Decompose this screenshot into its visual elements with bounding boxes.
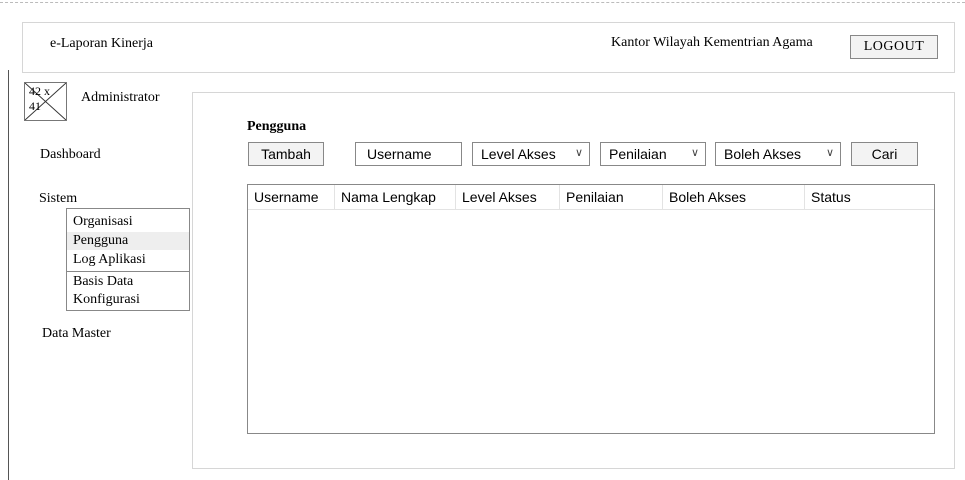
avatar-placeholder-text: 42 x 41 — [29, 84, 50, 113]
header-bar: e-Laporan Kinerja Kantor Wilayah Kementr… — [22, 22, 955, 73]
user-role: Administrator — [81, 90, 160, 105]
boleh-akses-select[interactable]: Boleh Akses ∨ — [715, 142, 841, 166]
column-header-status[interactable]: Status — [805, 185, 934, 209]
column-header-level-akses[interactable]: Level Akses — [456, 185, 560, 209]
chevron-down-icon: ∨ — [825, 147, 834, 159]
submenu-item-organisasi[interactable]: Organisasi — [73, 213, 133, 230]
top-edge — [0, 2, 965, 3]
users-table: Username Nama Lengkap Level Akses Penila… — [247, 184, 935, 434]
level-akses-select[interactable]: Level Akses ∨ — [472, 142, 590, 166]
sidebar-item-sistem[interactable]: Sistem — [39, 191, 77, 207]
search-button[interactable]: Cari — [851, 142, 918, 166]
username-field-value: Username — [367, 146, 432, 162]
submenu-item-log-aplikasi[interactable]: Log Aplikasi — [73, 251, 146, 268]
table-header: Username Nama Lengkap Level Akses Penila… — [248, 185, 934, 210]
submenu-item-konfigurasi[interactable]: Konfigurasi — [73, 291, 140, 308]
column-header-boleh-akses[interactable]: Boleh Akses — [663, 185, 805, 209]
submenu-divider — [67, 271, 189, 272]
submenu-item-pengguna[interactable]: Pengguna — [73, 232, 128, 249]
window-left-border — [8, 70, 9, 480]
column-header-penilaian[interactable]: Penilaian — [560, 185, 663, 209]
add-button[interactable]: Tambah — [248, 142, 324, 166]
column-header-username[interactable]: Username — [248, 185, 335, 209]
column-header-nama-lengkap[interactable]: Nama Lengkap — [335, 185, 456, 209]
level-akses-select-value: Level Akses — [481, 146, 556, 162]
username-field[interactable]: Username — [355, 142, 462, 166]
chevron-down-icon: ∨ — [690, 147, 699, 159]
submenu-item-basis-data[interactable]: Basis Data — [73, 273, 133, 290]
penilaian-select[interactable]: Penilaian ∨ — [600, 142, 706, 166]
avatar: 42 x 41 — [24, 82, 67, 121]
penilaian-select-value: Penilaian — [609, 146, 667, 162]
org-name: Kantor Wilayah Kementrian Agama — [611, 35, 813, 50]
sidebar-item-dashboard[interactable]: Dashboard — [40, 147, 101, 163]
sidebar-item-data-master[interactable]: Data Master — [42, 326, 111, 342]
sistem-submenu: Organisasi Pengguna Log Aplikasi Basis D… — [66, 208, 190, 311]
logout-button[interactable]: LOGOUT — [850, 35, 938, 59]
page-title: Pengguna — [247, 119, 307, 134]
app-title: e-Laporan Kinerja — [50, 36, 153, 51]
chevron-down-icon: ∨ — [574, 147, 583, 159]
boleh-akses-select-value: Boleh Akses — [724, 146, 802, 162]
